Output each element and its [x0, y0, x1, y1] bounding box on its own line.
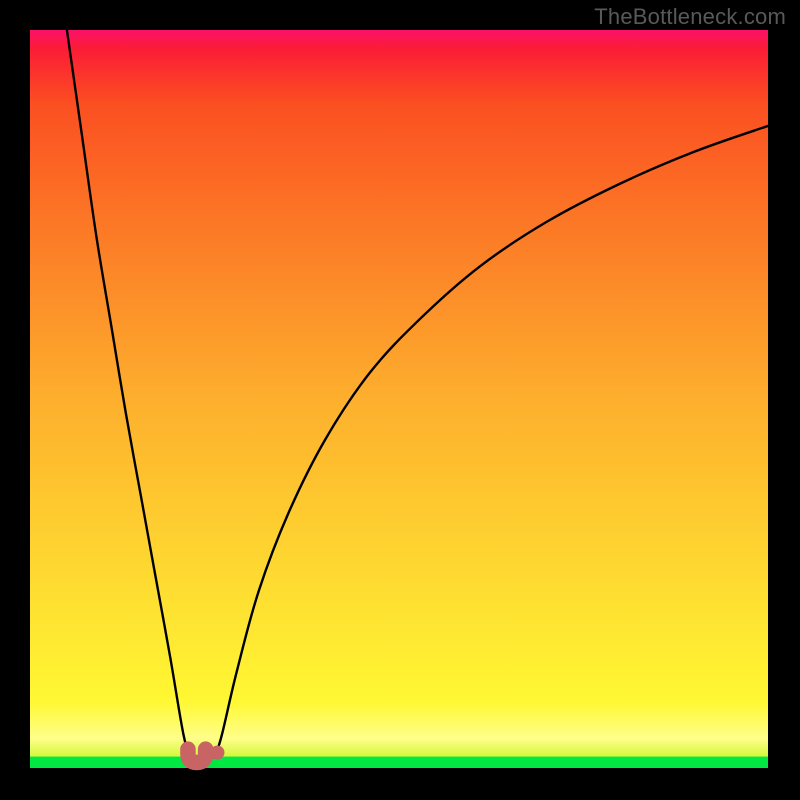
chart-frame: TheBottleneck.com: [0, 0, 800, 800]
watermark-text: TheBottleneck.com: [594, 4, 786, 30]
gradient-background: [30, 30, 768, 768]
bottleneck-chart: [0, 0, 800, 800]
marker-dot: [210, 745, 224, 759]
